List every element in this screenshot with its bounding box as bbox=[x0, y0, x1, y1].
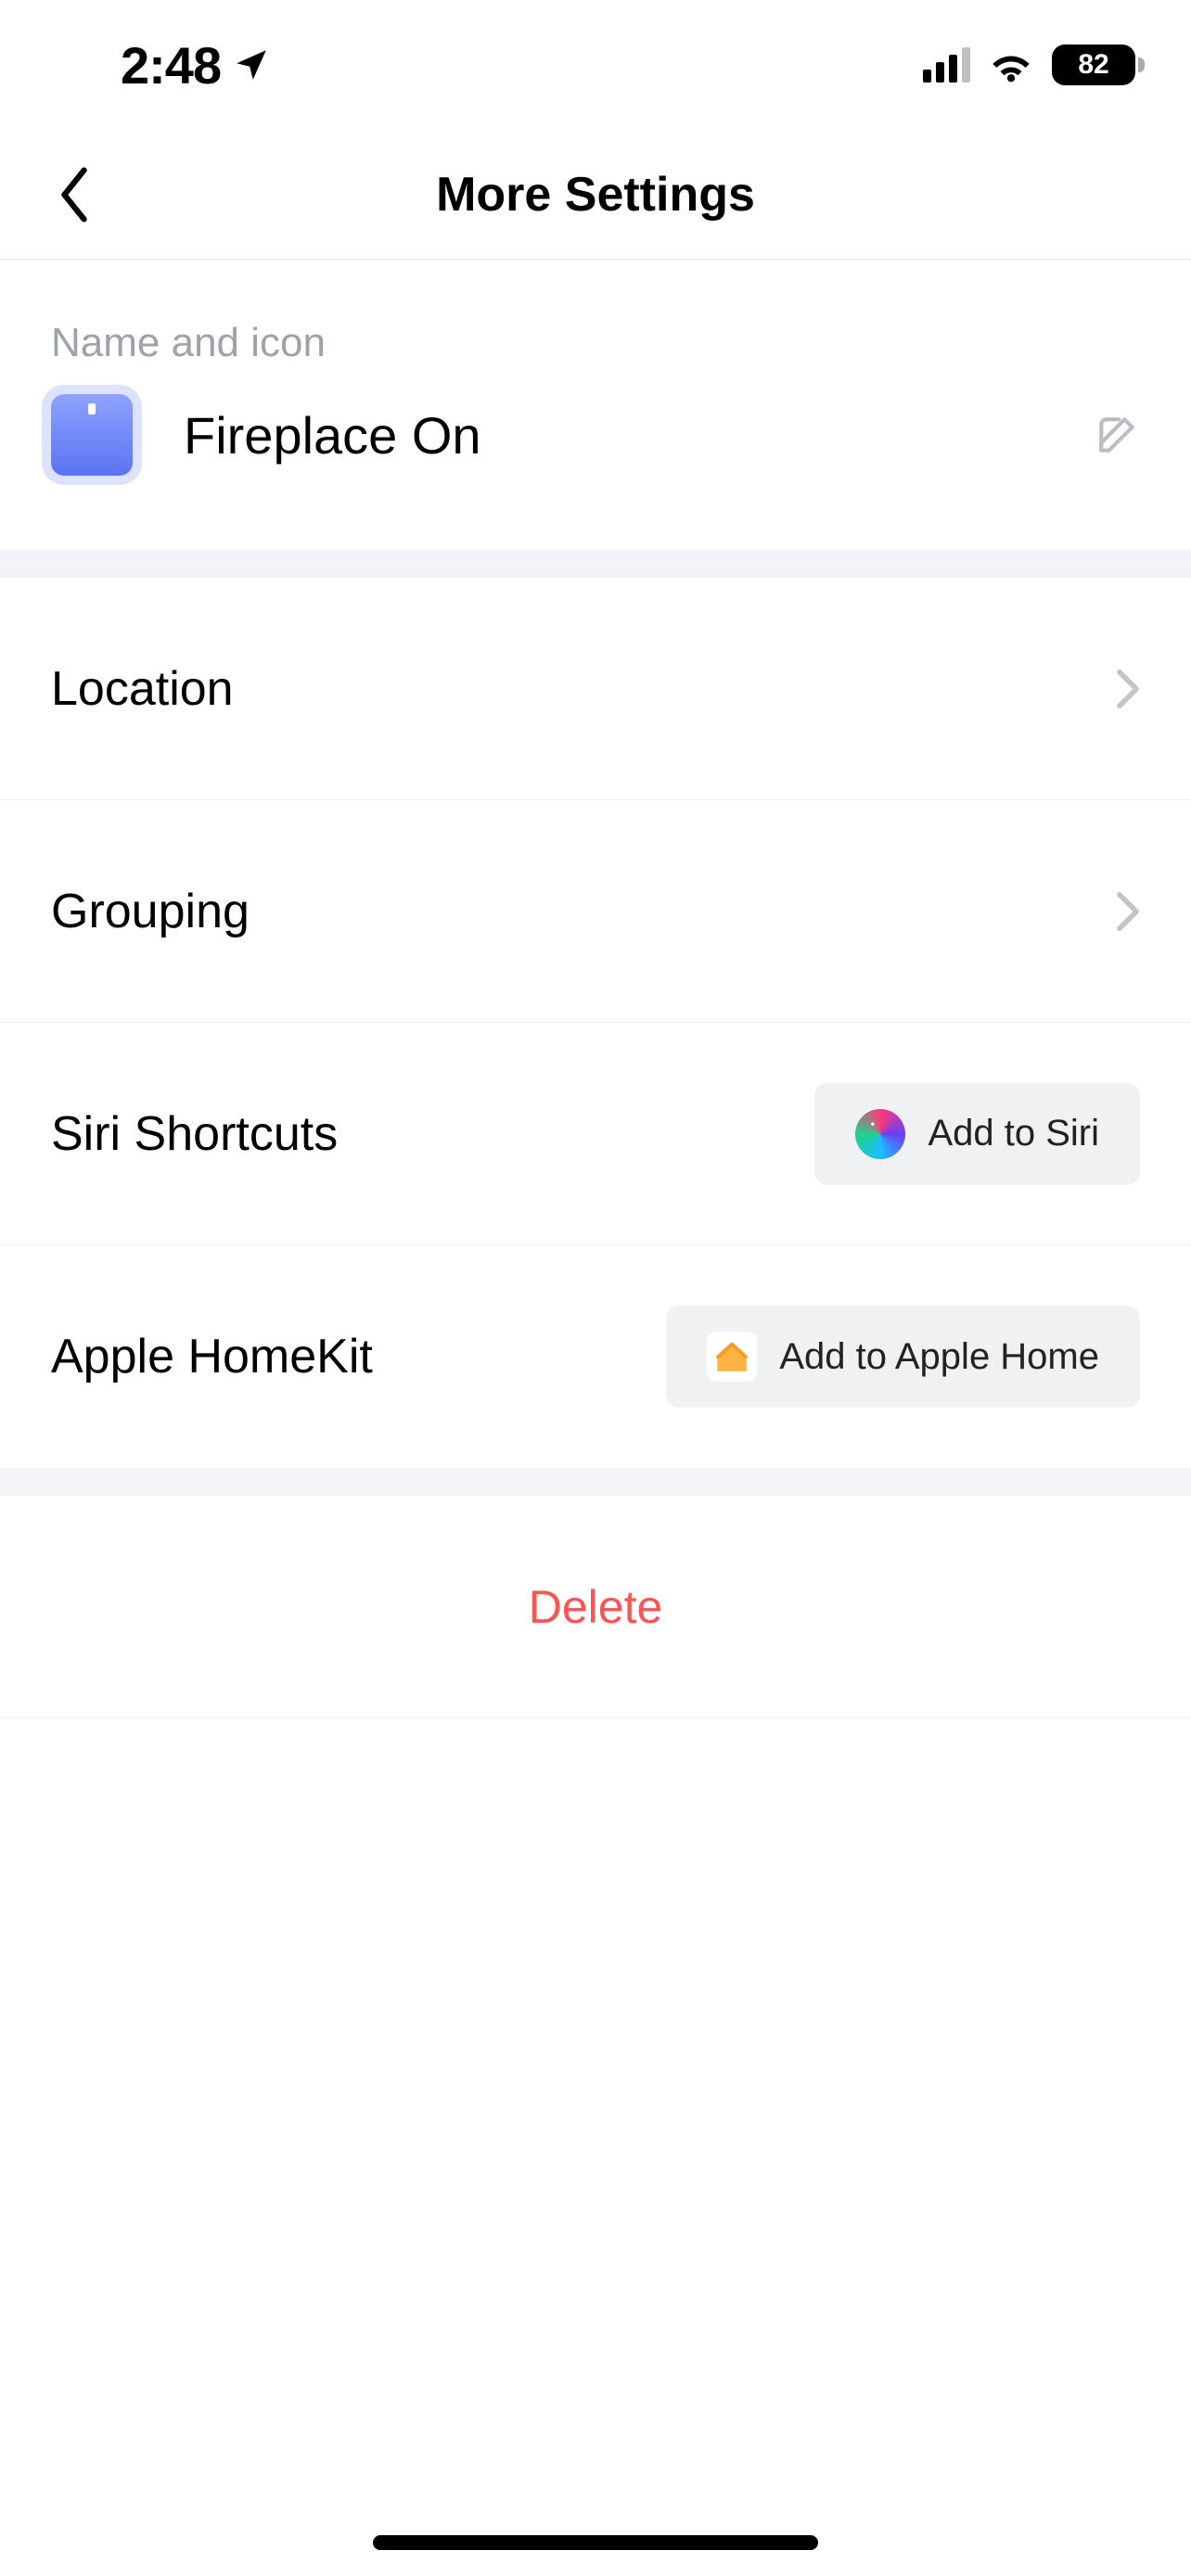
content: Name and icon Fireplace On Location Grou… bbox=[0, 260, 1191, 1718]
section-name-icon: Name and icon Fireplace On bbox=[0, 260, 1191, 550]
add-to-siri-button[interactable]: Add to Siri bbox=[814, 1083, 1140, 1185]
section-header-name-icon: Name and icon bbox=[0, 260, 1191, 394]
section-delete: Delete bbox=[0, 1496, 1191, 1718]
location-services-icon bbox=[232, 45, 271, 84]
label-grouping: Grouping bbox=[51, 884, 250, 939]
add-to-siri-label: Add to Siri bbox=[928, 1113, 1099, 1154]
apple-home-icon bbox=[707, 1332, 757, 1382]
navbar: More Settings bbox=[0, 130, 1191, 260]
row-siri-shortcuts: Siri Shortcuts Add to Siri bbox=[0, 1023, 1191, 1245]
delete-button[interactable]: Delete bbox=[0, 1496, 1191, 1718]
label-siri-shortcuts: Siri Shortcuts bbox=[51, 1106, 338, 1162]
label-apple-homekit: Apple HomeKit bbox=[51, 1329, 373, 1384]
chevron-right-icon bbox=[1116, 669, 1140, 709]
battery-percentage: 82 bbox=[1078, 51, 1108, 79]
status-left: 2:48 bbox=[121, 35, 271, 96]
wifi-icon bbox=[987, 46, 1035, 83]
row-grouping[interactable]: Grouping bbox=[0, 800, 1191, 1023]
section-settings: Location Grouping Siri Shortcuts Add to … bbox=[0, 578, 1191, 1468]
delete-label: Delete bbox=[529, 1580, 663, 1634]
home-indicator[interactable] bbox=[373, 2535, 818, 2550]
row-apple-homekit: Apple HomeKit Add to Apple Home bbox=[0, 1245, 1191, 1468]
status-right: 82 bbox=[923, 45, 1135, 85]
label-location: Location bbox=[51, 661, 234, 717]
back-button[interactable] bbox=[42, 162, 107, 227]
row-location[interactable]: Location bbox=[0, 578, 1191, 800]
battery-icon: 82 bbox=[1052, 45, 1135, 85]
status-time: 2:48 bbox=[121, 35, 221, 96]
device-name-left: Fireplace On bbox=[51, 394, 481, 476]
row-device-name[interactable]: Fireplace On bbox=[0, 394, 1191, 550]
section-gap bbox=[0, 550, 1191, 578]
section-gap bbox=[0, 1468, 1191, 1496]
device-icon bbox=[51, 394, 133, 476]
cellular-signal-icon bbox=[923, 47, 970, 83]
page-title: More Settings bbox=[436, 167, 755, 223]
edit-icon[interactable] bbox=[1094, 412, 1140, 458]
status-bar: 2:48 82 bbox=[0, 0, 1191, 130]
device-name-label: Fireplace On bbox=[184, 405, 481, 465]
add-to-apple-home-button[interactable]: Add to Apple Home bbox=[666, 1306, 1140, 1408]
add-to-apple-home-label: Add to Apple Home bbox=[779, 1336, 1099, 1378]
chevron-right-icon bbox=[1116, 891, 1140, 932]
siri-icon bbox=[855, 1109, 905, 1159]
